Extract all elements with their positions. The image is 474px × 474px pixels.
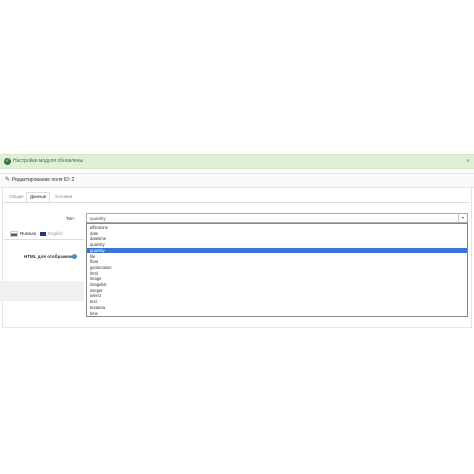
- chevron-down-icon[interactable]: ▾: [458, 214, 467, 222]
- lang-tab-label: English: [48, 231, 63, 236]
- type-select[interactable]: quantity ▾: [86, 213, 468, 223]
- tabs-divider: [4, 202, 470, 203]
- success-alert: ✓ Настройки модуля обновлены ×: [0, 154, 474, 169]
- lang-divider: [4, 239, 84, 240]
- tab-conditions[interactable]: Условия: [52, 192, 75, 202]
- type-label: Тип:: [66, 216, 75, 221]
- russia-flag-icon: [10, 230, 18, 237]
- uk-flag-icon: [40, 231, 46, 236]
- info-icon[interactable]: ?: [72, 254, 77, 259]
- panel-title: Редактирование поля ID: 2: [12, 177, 75, 183]
- dropdown-option[interactable]: video: [87, 316, 467, 317]
- tab-general[interactable]: Общие: [6, 192, 27, 202]
- type-dropdown-list[interactable]: affections date datetime quantity quanti…: [86, 223, 468, 317]
- alert-message: Настройки модуля обновлены: [13, 158, 84, 164]
- pencil-icon: ✎: [5, 177, 11, 183]
- lang-tab-english[interactable]: English: [40, 229, 63, 238]
- html-label: HTML для отображения: [24, 254, 77, 259]
- type-select-value: quantity: [90, 216, 106, 221]
- lang-tab-label: Russian: [20, 231, 37, 236]
- close-icon[interactable]: ×: [466, 157, 470, 166]
- panel-heading: ✎ Редактирование поля ID: 2: [0, 174, 474, 188]
- lang-tab-russian[interactable]: Russian: [10, 229, 36, 238]
- footer-band: [0, 281, 84, 301]
- check-icon: ✓: [4, 158, 11, 165]
